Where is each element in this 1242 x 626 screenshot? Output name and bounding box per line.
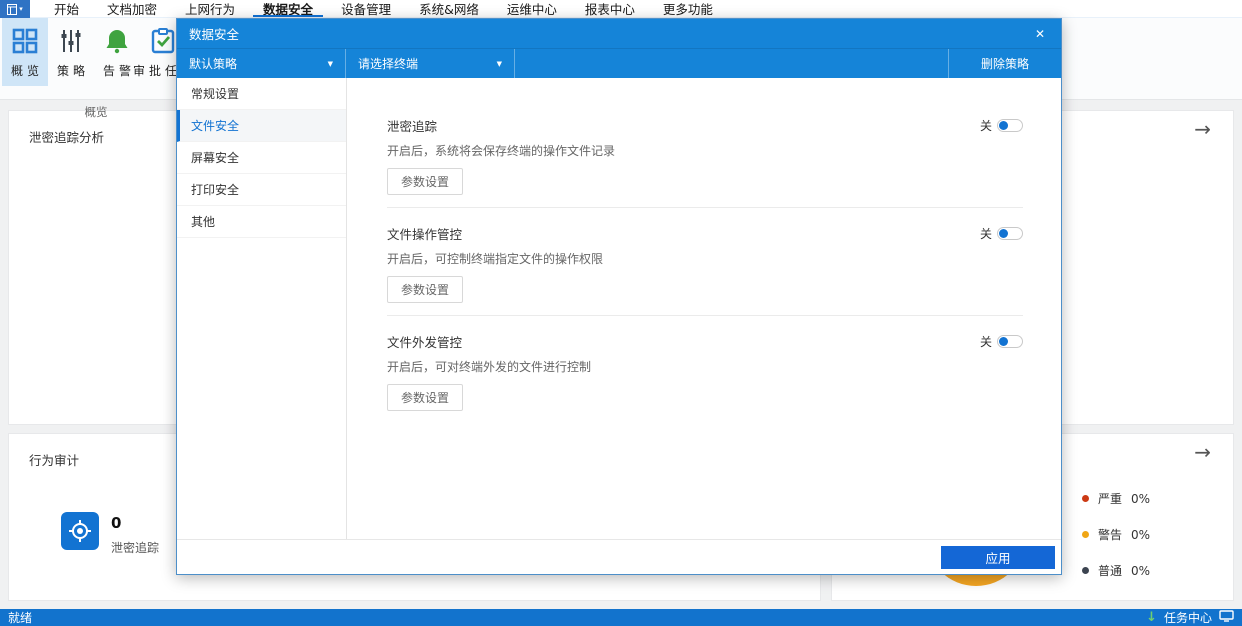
tab-report-center[interactable]: 报表中心 <box>571 0 649 17</box>
terminal-select-value: 请选择终端 <box>358 57 419 71</box>
toggle-state-label: 关 <box>979 119 992 133</box>
delete-policy-button[interactable]: 删除策略 <box>949 49 1061 78</box>
toggle-state-label: 关 <box>979 335 992 349</box>
bell-icon <box>104 26 130 56</box>
app-menu-button[interactable]: ▾ <box>0 0 30 18</box>
sidebar-item-print-security[interactable]: 打印安全 <box>177 174 346 206</box>
dialog-header: 数据安全 ✕ <box>177 19 1061 49</box>
dialog-toolbar: 默认策略 ▼ 请选择终端 ▼ 删除策略 <box>177 49 1061 78</box>
setting-row-file-operation: 文件操作管控 关 开启后，可控制终端指定文件的操作权限 参数设置 <box>387 224 1023 316</box>
file-operation-toggle[interactable] <box>997 227 1023 240</box>
normal-dot-icon <box>1082 567 1089 574</box>
clipboard-check-icon <box>150 26 176 56</box>
leak-trace-count: 0 <box>111 514 122 532</box>
sidebar-item-other[interactable]: 其他 <box>177 206 346 238</box>
legend-item-warning: 警告 0% <box>1082 526 1150 543</box>
tab-doc-encryption[interactable]: 文档加密 <box>93 0 171 17</box>
ribbon-overview-button[interactable]: 概览 <box>2 18 48 86</box>
settings-panel: 泄密追踪 关 开启后，系统将会保存终端的操作文件记录 参数设置 文件操作管控 关 <box>347 78 1061 539</box>
sliders-icon <box>58 26 84 56</box>
status-bar: 就绪 ↓ 任务中心 <box>0 609 1242 626</box>
setting-row-leak-trace: 泄密追踪 关 开启后，系统将会保存终端的操作文件记录 参数设置 <box>387 116 1023 208</box>
download-arrow-icon: ↓ <box>1146 610 1157 625</box>
chevron-down-icon: ▼ <box>327 59 333 68</box>
toolbar-spacer <box>515 49 949 78</box>
legend-item-normal: 普通 0% <box>1082 562 1150 579</box>
behavior-audit-title: 行为审计 <box>29 453 80 468</box>
target-icon <box>61 512 99 550</box>
apply-button[interactable]: 应用 <box>941 546 1055 569</box>
warning-dot-icon <box>1082 531 1089 538</box>
setting-description: 开启后，可控制终端指定文件的操作权限 <box>387 252 604 266</box>
sidebar-item-general[interactable]: 常规设置 <box>177 78 346 110</box>
grid-icon <box>12 26 38 56</box>
legend-item-severe: 严重 0% <box>1082 490 1150 507</box>
chevron-down-icon: ▼ <box>496 59 502 68</box>
setting-title: 文件外发管控 <box>387 335 463 350</box>
chevron-down-icon: ▾ <box>19 4 23 13</box>
ribbon-policy-button[interactable]: 策略 <box>48 18 94 86</box>
dialog-sidebar: 常规设置 文件安全 屏幕安全 打印安全 其他 <box>177 78 347 539</box>
tab-start[interactable]: 开始 <box>40 0 93 17</box>
leak-trace-toggle[interactable] <box>997 119 1023 132</box>
severe-label: 严重 <box>1098 492 1123 506</box>
parameter-settings-button[interactable]: 参数设置 <box>387 168 464 195</box>
tab-system-network[interactable]: 系统&网络 <box>405 0 493 17</box>
setting-title: 泄密追踪 <box>387 119 438 134</box>
dialog-footer: 应用 <box>177 539 1061 574</box>
policy-select-value: 默认策略 <box>189 57 238 71</box>
setting-description: 开启后，可对终端外发的文件进行控制 <box>387 360 592 374</box>
dialog-body: 常规设置 文件安全 屏幕安全 打印安全 其他 泄密追踪 关 开启后，系统将会保存… <box>177 78 1061 539</box>
toggle-knob <box>999 121 1008 130</box>
dialog-title: 数据安全 <box>189 27 240 42</box>
setting-title: 文件操作管控 <box>387 227 463 242</box>
sidebar-item-screen-security[interactable]: 屏幕安全 <box>177 142 346 174</box>
data-security-dialog: 数据安全 ✕ 默认策略 ▼ 请选择终端 ▼ 删除策略 常规设置 文件安全 屏幕安… <box>176 18 1062 575</box>
parameter-settings-button[interactable]: 参数设置 <box>387 384 464 411</box>
arrow-right-icon[interactable]: → <box>1194 442 1211 462</box>
sidebar-item-file-security[interactable]: 文件安全 <box>177 110 346 142</box>
close-icon[interactable]: ✕ <box>1031 26 1049 42</box>
ribbon-overview-label: 概览 <box>10 64 43 78</box>
menu-bar: ▾ 开始 文档加密 上网行为 数据安全 设备管理 系统&网络 运维中心 报表中心… <box>0 0 1242 18</box>
toggle-knob <box>999 229 1008 238</box>
severe-dot-icon <box>1082 495 1089 502</box>
file-outgoing-toggle[interactable] <box>997 335 1023 348</box>
warning-value: 0% <box>1131 527 1151 542</box>
leak-trace-stat: 0 泄密追踪 <box>61 512 159 556</box>
normal-value: 0% <box>1131 563 1151 578</box>
warning-label: 警告 <box>1098 528 1123 542</box>
leak-analysis-title: 泄密追踪分析 <box>29 130 105 145</box>
toggle-state-label: 关 <box>979 227 992 241</box>
menu-tabs: 开始 文档加密 上网行为 数据安全 设备管理 系统&网络 运维中心 报表中心 更… <box>40 0 727 17</box>
setting-row-file-outgoing: 文件外发管控 关 开启后，可对终端外发的文件进行控制 参数设置 <box>387 332 1023 423</box>
policy-select[interactable]: 默认策略 ▼ <box>177 49 346 78</box>
tab-device-mgmt[interactable]: 设备管理 <box>327 0 405 17</box>
terminal-select[interactable]: 请选择终端 ▼ <box>346 49 515 78</box>
setting-description: 开启后，系统将会保存终端的操作文件记录 <box>387 144 616 158</box>
severe-value: 0% <box>1131 491 1151 506</box>
alarm-legend: 严重 0% 警告 0% 普通 0% <box>1082 490 1150 579</box>
tab-ops-center[interactable]: 运维中心 <box>493 0 571 17</box>
tab-web-behavior[interactable]: 上网行为 <box>171 0 249 17</box>
normal-label: 普通 <box>1098 564 1123 578</box>
toggle-knob <box>999 337 1008 346</box>
ribbon-group-label: 概览 <box>84 105 108 119</box>
arrow-right-icon[interactable]: → <box>1194 119 1211 139</box>
status-ready-text: 就绪 <box>8 611 33 625</box>
tab-more-features[interactable]: 更多功能 <box>649 0 727 17</box>
task-center-button[interactable]: 任务中心 <box>1164 609 1212 626</box>
tab-data-security[interactable]: 数据安全 <box>249 0 327 17</box>
ribbon-policy-label: 策略 <box>56 64 89 78</box>
leak-trace-label: 泄密追踪 <box>111 541 160 555</box>
monitor-icon[interactable] <box>1219 610 1234 625</box>
parameter-settings-button[interactable]: 参数设置 <box>387 276 464 303</box>
window-icon <box>7 3 18 15</box>
